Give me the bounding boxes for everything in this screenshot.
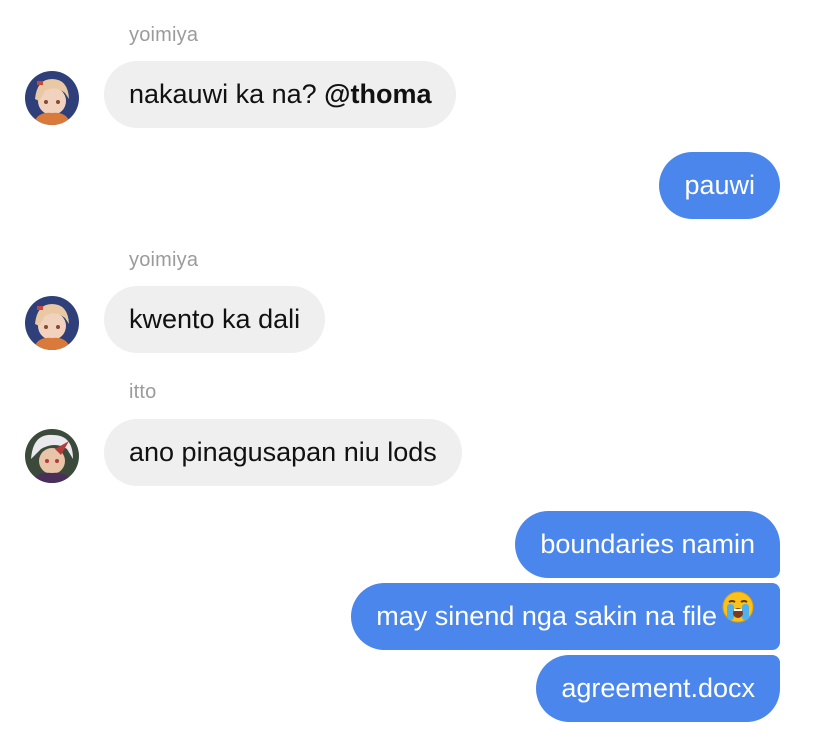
outgoing-message-bubble[interactable]: boundaries namin (515, 511, 780, 578)
message-text: kwento ka dali (129, 304, 301, 334)
avatar-image (25, 429, 79, 483)
message-text: ano pinagusapan niu lods (129, 437, 437, 467)
sender-name: yoimiya (129, 24, 199, 46)
avatar-image (25, 296, 79, 350)
message-text: pauwi (684, 170, 755, 200)
mention-link[interactable]: @thoma (324, 79, 431, 109)
avatar-itto[interactable] (25, 429, 79, 483)
avatar-yoimiya[interactable] (25, 296, 79, 350)
message-text: nakauwi ka na? (129, 79, 325, 109)
outgoing-message-bubble[interactable]: pauwi (659, 152, 780, 219)
sender-name: yoimiya (129, 249, 199, 271)
outgoing-message-bubble[interactable]: agreement.docx (536, 655, 780, 722)
sender-name: itto (129, 381, 157, 403)
avatar-image (25, 71, 79, 125)
message-text: may sinend nga sakin na file (376, 601, 717, 631)
incoming-message-bubble[interactable]: kwento ka dali (104, 286, 326, 353)
outgoing-message-bubble[interactable]: may sinend nga sakin na file (351, 583, 780, 650)
message-text: boundaries namin (540, 529, 755, 559)
loudly-crying-face-icon (721, 582, 755, 649)
avatar-yoimiya[interactable] (25, 71, 79, 125)
incoming-message-bubble[interactable]: ano pinagusapan niu lods (104, 419, 462, 486)
message-text: agreement.docx (561, 673, 755, 703)
incoming-message-bubble[interactable]: nakauwi ka na? @thoma (104, 61, 457, 128)
